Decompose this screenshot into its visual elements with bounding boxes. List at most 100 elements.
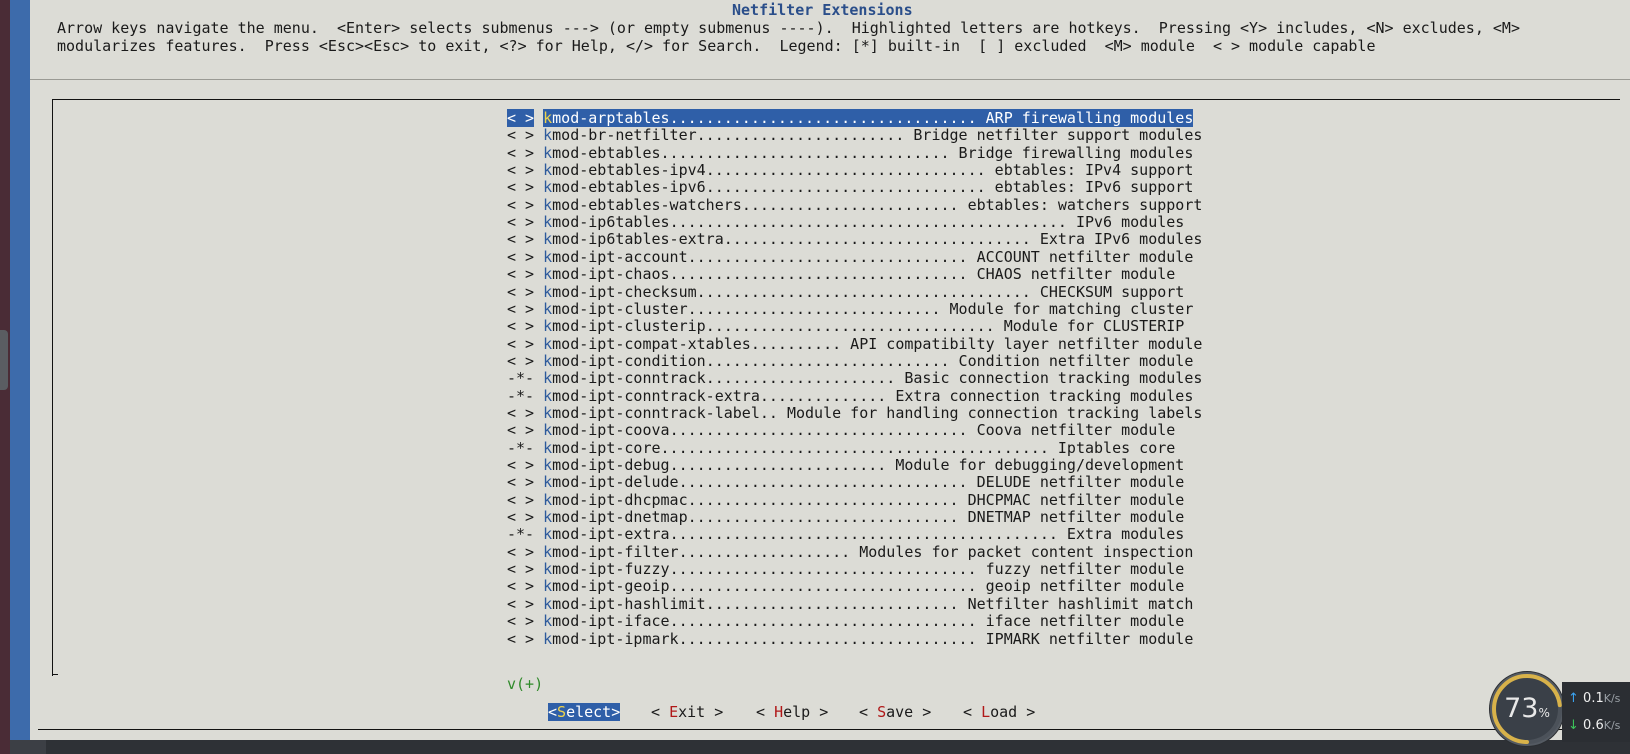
button-bracket: < (651, 703, 670, 721)
menu-item-filler: ........................................… (660, 438, 1049, 457)
menu-item-hotkey: k (543, 126, 553, 145)
menu-item-prompt: DELUDE netfilter module (967, 473, 1185, 492)
menu-item-hotkey: k (543, 351, 553, 370)
menu-item[interactable]: < > kmod-ebtables-ipv6..................… (507, 178, 1193, 196)
menu-item-label: mod-ebtables............................… (552, 144, 949, 162)
menu-item-prompt: Basic connection tracking modules (895, 369, 1203, 388)
menu-item-name: mod-ipt-debug (552, 456, 670, 474)
menu-item-prompt: Modules for packet content inspection (850, 542, 1194, 561)
menu-item-hotkey: k (543, 577, 553, 596)
menu-item[interactable]: < > kmod-ipt-delude.....................… (507, 473, 1184, 491)
menu-item-filler: ..................... (705, 369, 896, 388)
select-button[interactable]: <Select> (548, 703, 621, 721)
menu-item[interactable]: < > kmod-ebtables.......................… (507, 144, 1193, 162)
menu-item-prompt: Coova netfilter module (967, 421, 1176, 440)
menu-item-label: mod-ebtables-ipv6.......................… (552, 178, 986, 196)
download-speed: ↓ 0.6K/s (1568, 718, 1620, 733)
menu-item-state: < > (507, 473, 535, 492)
menu-item-label: mod-ipt-geoip...........................… (552, 577, 976, 595)
menu-item-label: mod-ipt-dnetmap.........................… (552, 508, 958, 526)
help-button[interactable]: < Help > (756, 703, 828, 721)
menu-item[interactable]: < > kmod-ipt-iface......................… (507, 612, 1184, 630)
menu-item[interactable]: -*- kmod-ipt-core.......................… (507, 439, 1175, 457)
menu-item-state: < > (507, 109, 535, 127)
network-monitor-widget[interactable]: 73% ↑ 0.1K/s ↓ 0.6K/s (1490, 672, 1630, 754)
menu-item[interactable]: < > kmod-ipt-clusterip..................… (507, 317, 1184, 335)
menu-item[interactable]: < > kmod-ipt-cluster....................… (507, 300, 1193, 318)
menu-item[interactable]: < > kmod-ipt-coova......................… (507, 421, 1175, 439)
menu-item[interactable]: < > kmod-ip6tables......................… (507, 213, 1184, 231)
menu-item-label: mod-ip6tables-extra.....................… (552, 230, 1031, 248)
menu-item[interactable]: < > kmod-ipt-dhcpmac....................… (507, 491, 1184, 509)
menu-item[interactable]: < > kmod-ipt-checksum...................… (507, 283, 1184, 301)
menu-item-hotkey: k (543, 508, 553, 527)
menu-item-name: mod-ipt-ipmark (552, 629, 679, 648)
menu-item[interactable]: < > kmod-ipt-account....................… (507, 248, 1193, 266)
menu-item-hotkey: k (543, 230, 553, 249)
menu-item-prompt: geoip netfilter module (976, 577, 1185, 596)
menu-item-label: mod-ipt-conntrack-extra.............. (552, 387, 886, 405)
menu-item-state: < > (507, 143, 535, 162)
menu-item-state: < > (507, 490, 535, 509)
menu-item-name: mod-ipt-clusterip (552, 317, 706, 336)
menu-item-name: mod-ipt-chaos (552, 265, 670, 284)
load-button[interactable]: < Load > (963, 703, 1035, 721)
menu-item-filler: .................................. (723, 230, 1031, 249)
button-label: ave > (886, 703, 932, 721)
button-hotkey: H (774, 703, 784, 721)
menu-item-state: < > (507, 594, 535, 613)
download-unit: K/s (1603, 719, 1621, 732)
menu-item-state: < > (507, 161, 535, 180)
button-label: elect> (566, 703, 621, 721)
menu-item-state: < > (507, 299, 535, 318)
menu-item[interactable]: < > kmod-ipt-geoip......................… (507, 577, 1184, 595)
menu-item-filler: ........................ (669, 456, 887, 474)
menu-item-hotkey: k (543, 334, 553, 353)
menu-item-filler: .................................. (669, 560, 977, 579)
menu-item[interactable]: < > kmod-arptables......................… (507, 109, 1194, 127)
save-button[interactable]: < Save > (859, 703, 931, 721)
menu-item-hotkey: k (543, 143, 553, 162)
menu-item-filler: .............. (759, 386, 887, 405)
menu-item-name: mod-ebtables-ipv6 (552, 178, 706, 197)
menu-item-label: mod-ebtables-ipv4.......................… (552, 161, 986, 179)
menu-item[interactable]: < > kmod-ipt-filter................... M… (507, 543, 1193, 561)
menu-item[interactable]: < > kmod-ipt-ipmark.....................… (507, 630, 1193, 648)
menu-item-hotkey: k (543, 594, 553, 613)
menu-item[interactable]: < > kmod-ipt-fuzzy......................… (507, 560, 1184, 578)
menu-item-hotkey: k (543, 161, 553, 180)
menu-item[interactable]: < > kmod-ipt-hashlimit..................… (507, 595, 1193, 613)
menu-box-corner (52, 674, 58, 675)
menu-item[interactable]: < > kmod-ipt-debug......................… (507, 456, 1184, 474)
menu-item-label: mod-ipt-clusterip.......................… (552, 317, 995, 335)
menu-item-state: < > (507, 230, 535, 249)
menu-item-label: mod-ipt-ipmark..........................… (552, 630, 976, 648)
menu-item[interactable]: < > kmod-ipt-chaos......................… (507, 265, 1175, 283)
menu-item[interactable]: < > kmod-ipt-dnetmap....................… (507, 508, 1184, 526)
exit-button[interactable]: < Exit > (651, 703, 723, 721)
menu-item-name: mod-ipt-cluster (552, 299, 688, 318)
menu-item-name: mod-ipt-extra (552, 525, 670, 544)
menu-item-hotkey: k (543, 282, 553, 301)
menu-item[interactable]: < > kmod-ebtables-ipv4..................… (507, 161, 1193, 179)
menu-item-state: < > (507, 178, 535, 197)
menu-item[interactable]: -*- kmod-ipt-extra......................… (507, 525, 1184, 543)
menu-item[interactable]: < > kmod-ipt-compat-xtables.......... AP… (507, 335, 1202, 353)
menu-item-label: mod-ipt-checksum........................… (552, 283, 1031, 301)
menu-item[interactable]: < > kmod-ipt-condition..................… (507, 352, 1193, 370)
menu-item-prompt: IPMARK netfilter module (976, 629, 1194, 648)
menu-item[interactable]: < > kmod-ip6tables-extra................… (507, 230, 1202, 248)
menu-item[interactable]: < > kmod-br-netfilter...................… (507, 126, 1202, 144)
menu-item[interactable]: < > kmod-ipt-conntrack-label.. Module fo… (507, 404, 1202, 422)
menu-item-filler: ............................... (705, 178, 986, 197)
menu-item-hotkey: k (543, 247, 553, 266)
button-bracket: < (548, 703, 558, 721)
button-hotkey: S (877, 703, 887, 721)
menu-item-hotkey: k (543, 456, 553, 474)
menu-item-label: mod-br-netfilter....................... (552, 126, 904, 144)
menu-item[interactable]: < > kmod-ebtables-watchers..............… (507, 196, 1202, 214)
menu-item-name: mod-ipt-condition (552, 351, 706, 370)
menu-item[interactable]: -*- kmod-ipt-conntrack..................… (507, 369, 1202, 387)
menu-item[interactable]: -*- kmod-ipt-conntrack-extra............… (507, 387, 1193, 405)
side-dock-handle[interactable] (0, 330, 8, 390)
